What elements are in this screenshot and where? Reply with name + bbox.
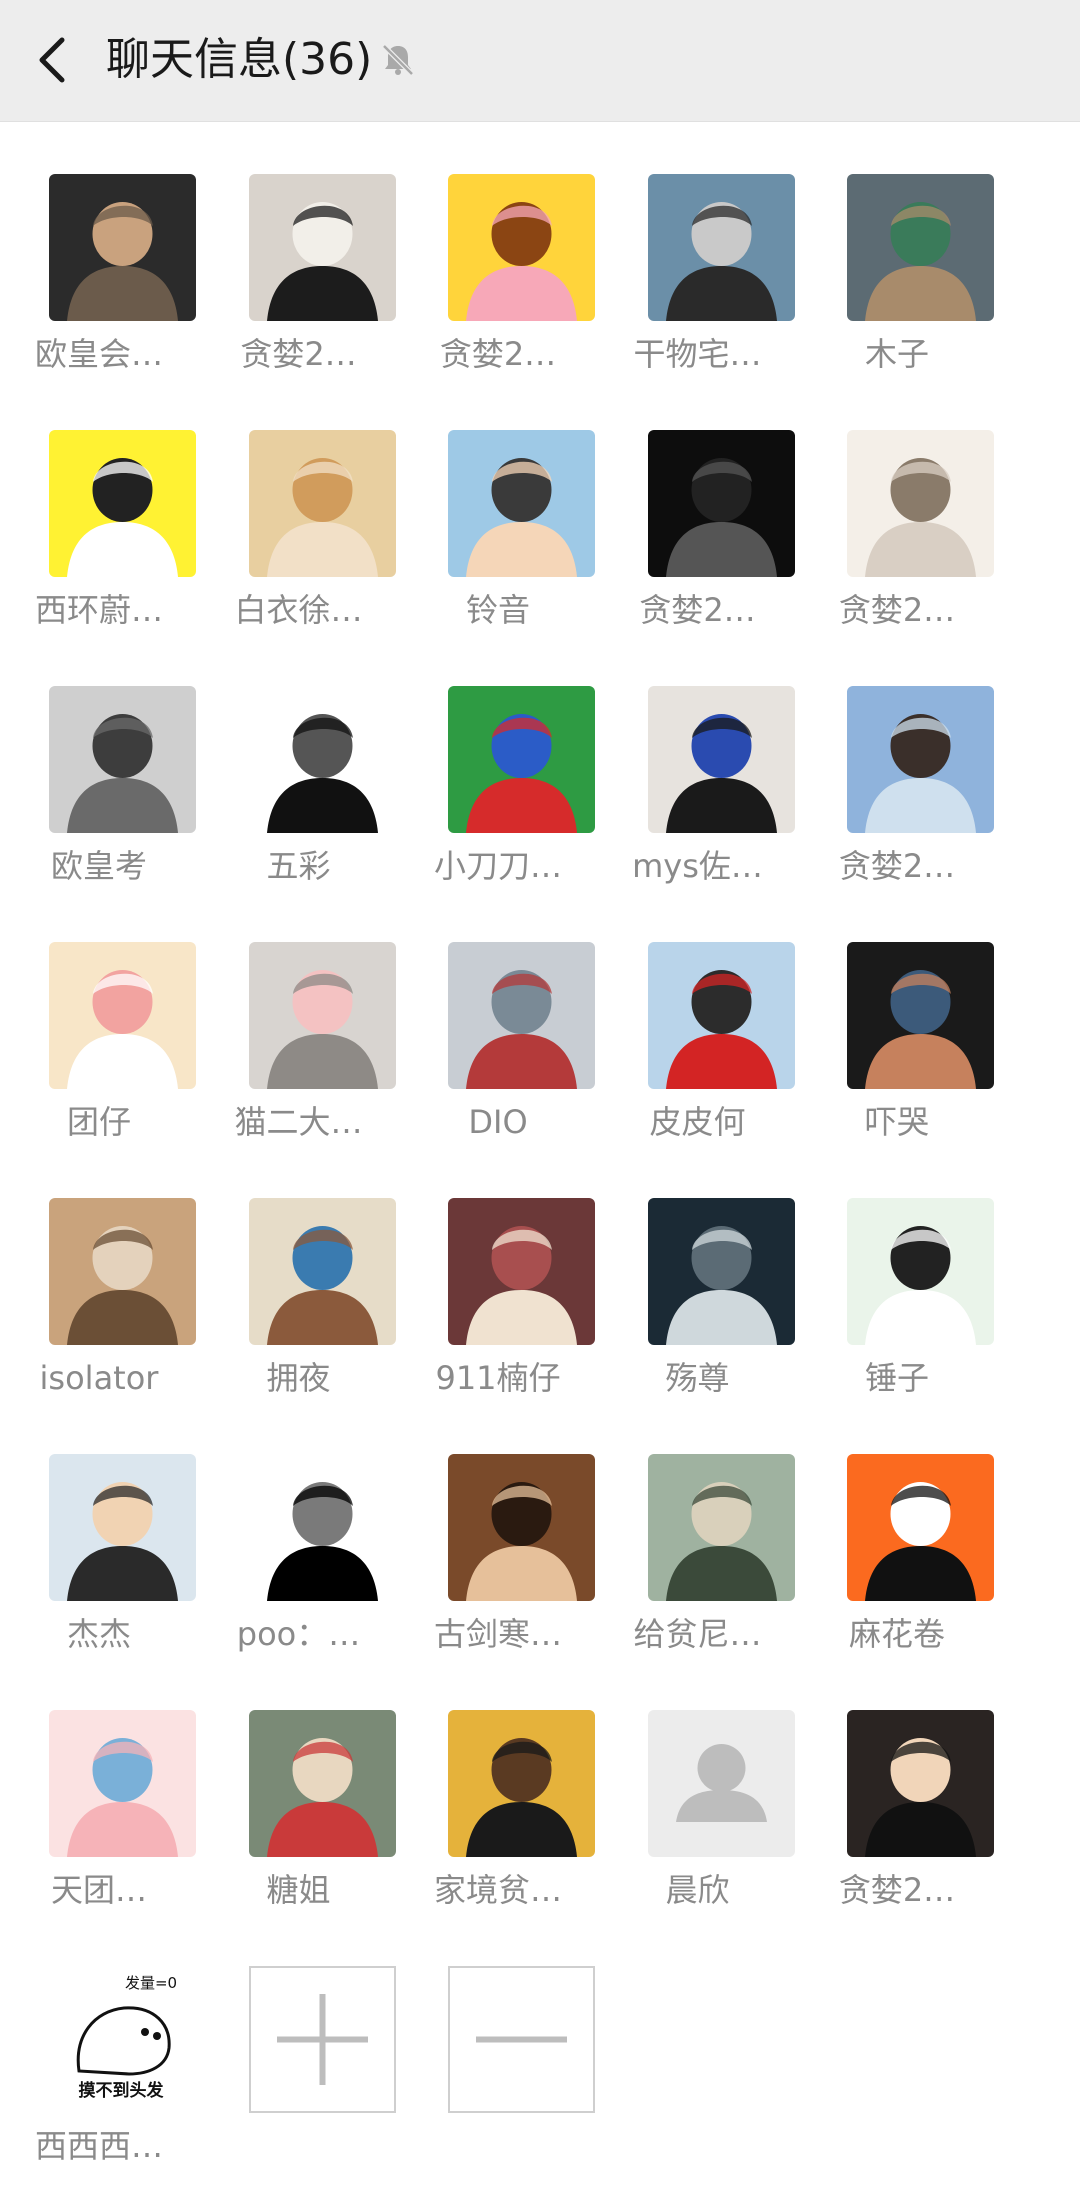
meme-caption-top: 发量=0 <box>125 1974 177 1992</box>
member-avatar[interactable] <box>847 1198 994 1345</box>
minus-icon <box>476 2036 567 2043</box>
member-avatar[interactable] <box>847 942 994 1089</box>
member-avatar[interactable] <box>847 174 994 321</box>
member-avatar[interactable] <box>647 174 795 321</box>
member-avatar[interactable] <box>49 1710 196 1857</box>
member-name: 西西西… <box>34 2127 163 2165</box>
meme-caption-bottom: 摸不到头发 <box>79 2080 165 2101</box>
member-grid: 欧皇会… 贪婪2… 贪婪2… 干物宅… 木子 西环蔚… 白衣徐… 铃音 贪婪2…… <box>0 121 1080 2185</box>
member-avatar[interactable] <box>647 686 795 833</box>
member-avatar[interactable] <box>49 430 196 577</box>
member-avatar[interactable] <box>248 686 396 833</box>
member-name: 吓哭 <box>864 1103 929 1141</box>
member-avatar[interactable] <box>448 174 595 321</box>
member-avatar[interactable] <box>49 1454 196 1601</box>
member-avatar[interactable] <box>248 1454 396 1601</box>
member-avatar[interactable] <box>448 942 595 1089</box>
member-avatar[interactable] <box>448 1454 595 1601</box>
member-name: 木子 <box>864 335 929 373</box>
chevron-left-icon <box>39 37 65 83</box>
member-avatar[interactable] <box>248 174 396 321</box>
member-avatar[interactable] <box>248 430 396 577</box>
member-avatar[interactable] <box>49 1198 196 1345</box>
member-name: 锤子 <box>864 1359 929 1397</box>
bell-muted-icon <box>382 44 414 76</box>
member-name: 贪婪2… <box>838 591 956 629</box>
member-avatar[interactable] <box>647 1198 795 1345</box>
member-avatar[interactable] <box>448 430 595 577</box>
member-avatar[interactable] <box>647 430 795 577</box>
member-name: 贪婪2… <box>838 1871 956 1909</box>
member-avatar[interactable] <box>248 1710 396 1857</box>
member-avatar[interactable] <box>248 942 396 1089</box>
member-avatar[interactable] <box>49 686 196 833</box>
member-avatar[interactable] <box>847 430 994 577</box>
member-avatar[interactable] <box>248 1198 396 1345</box>
member-avatar[interactable] <box>847 686 994 833</box>
member-avatar[interactable] <box>847 1710 994 1857</box>
member-avatar[interactable]: 发量=0 摸不到头发 <box>49 1966 196 2113</box>
add-member-button[interactable] <box>248 1966 396 2113</box>
plus-icon <box>276 1994 368 2085</box>
member-name: 麻花卷 <box>848 1615 945 1653</box>
member-avatar[interactable] <box>448 686 595 833</box>
member-avatar[interactable] <box>647 1710 795 1857</box>
member-avatar[interactable] <box>448 1198 595 1345</box>
member-avatar[interactable] <box>448 1710 595 1857</box>
back-button[interactable] <box>22 22 86 98</box>
member-avatar[interactable] <box>49 942 196 1089</box>
member-name: 贪婪2… <box>838 847 956 885</box>
member-avatar[interactable] <box>647 942 795 1089</box>
page-title: 聊天信息(36) <box>106 34 373 85</box>
top-bar: 聊天信息(36) <box>0 0 1080 122</box>
member-avatar[interactable] <box>49 174 196 321</box>
member-avatar[interactable] <box>647 1454 795 1601</box>
remove-member-button[interactable] <box>448 1966 595 2113</box>
member-avatar[interactable] <box>847 1454 994 1601</box>
